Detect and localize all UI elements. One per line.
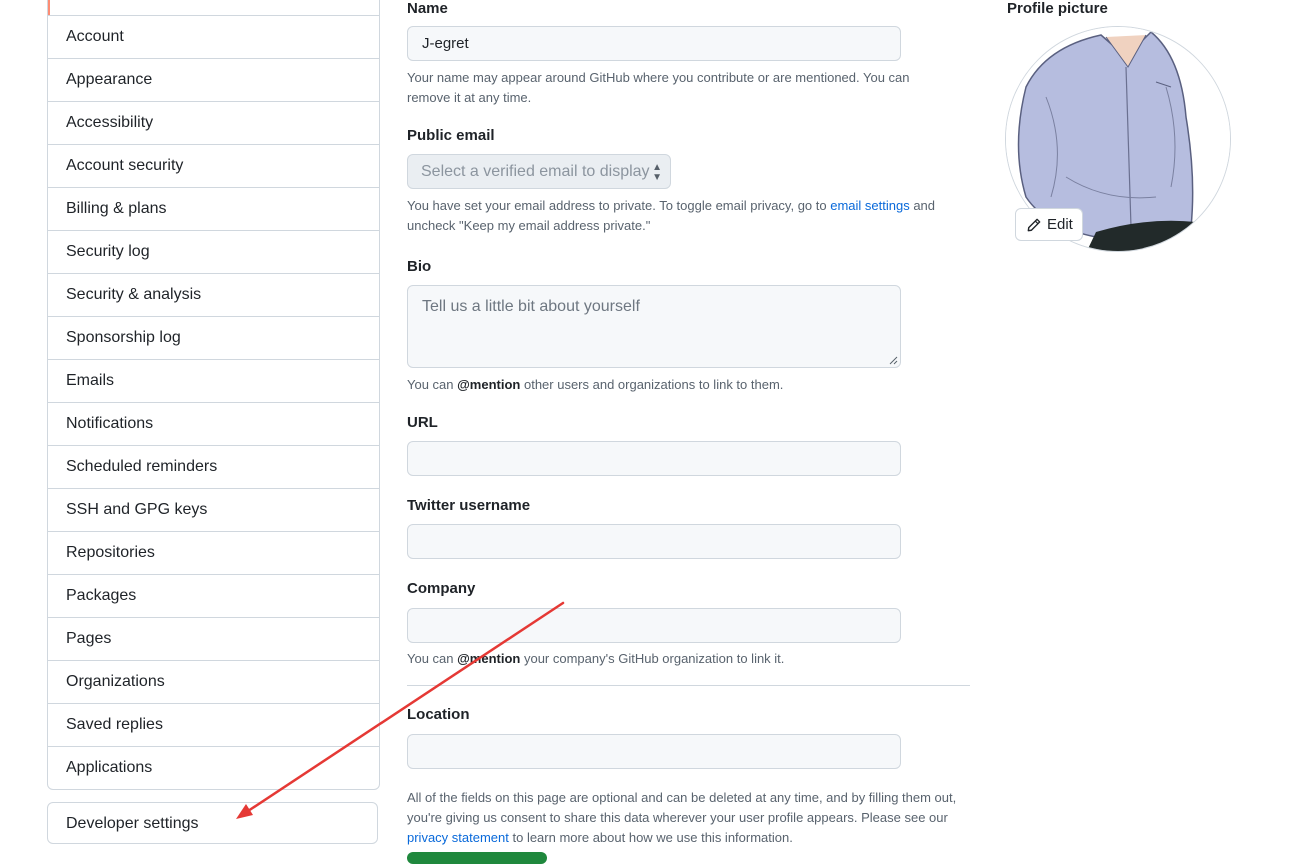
sidebar-item-packages[interactable]: Packages: [48, 574, 379, 617]
sidebar-item-security-analysis[interactable]: Security & analysis: [48, 273, 379, 316]
public-email-note: You have set your email address to priva…: [407, 196, 972, 236]
company-label: Company: [407, 580, 476, 597]
company-note: You can @mention your company's GitHub o…: [407, 649, 972, 669]
bio-textarea[interactable]: Tell us a little bit about yourself: [407, 285, 901, 368]
update-profile-button[interactable]: [407, 852, 547, 864]
location-input[interactable]: [407, 734, 901, 769]
sidebar-item-sponsorship-log[interactable]: Sponsorship log: [48, 316, 379, 359]
public-email-label: Public email: [407, 127, 495, 144]
bio-note-text: You can: [407, 377, 458, 392]
name-input[interactable]: J-egret: [407, 26, 901, 61]
url-label: URL: [407, 414, 438, 431]
profile-picture-label: Profile picture: [1007, 0, 1108, 17]
sidebar-item-account-security[interactable]: Account security: [48, 144, 379, 187]
sidebar-item-saved-replies[interactable]: Saved replies: [48, 703, 379, 746]
footer-note: All of the fields on this page are optio…: [407, 788, 969, 848]
sidebar-item-emails[interactable]: Emails: [48, 359, 379, 402]
bio-note-text-end: other users and organizations to link to…: [520, 377, 784, 392]
edit-label: Edit: [1047, 216, 1073, 233]
public-email-select[interactable]: Select a verified email to display ▲ ▼: [407, 154, 671, 189]
twitter-label: Twitter username: [407, 497, 531, 514]
sidebar-item-developer-settings[interactable]: Developer settings: [47, 802, 378, 844]
sidebar-item-applications[interactable]: Applications: [48, 746, 379, 789]
name-label: Name: [407, 0, 448, 17]
bio-placeholder: Tell us a little bit about yourself: [422, 298, 640, 315]
sidebar-item-organizations[interactable]: Organizations: [48, 660, 379, 703]
privacy-statement-link[interactable]: privacy statement: [407, 830, 509, 845]
settings-sidebar: Account Appearance Accessibility Account…: [47, 0, 380, 790]
sidebar-item-pages[interactable]: Pages: [48, 617, 379, 660]
location-label: Location: [407, 706, 470, 723]
bio-label: Bio: [407, 258, 432, 275]
email-settings-link[interactable]: email settings: [830, 198, 909, 213]
resize-grip-icon[interactable]: [888, 355, 898, 365]
sidebar-item-security-log[interactable]: Security log: [48, 230, 379, 273]
edit-avatar-button[interactable]: Edit: [1015, 208, 1083, 241]
footer-note-text: All of the fields on this page are optio…: [407, 790, 957, 825]
company-note-text: You can: [407, 651, 458, 666]
mention-text: @mention: [457, 651, 521, 666]
bio-note: You can @mention other users and organiz…: [407, 375, 972, 395]
pencil-icon: [1027, 218, 1041, 232]
sidebar-item-billing-plans[interactable]: Billing & plans: [48, 187, 379, 230]
public-email-note-text: You have set your email address to priva…: [407, 198, 831, 213]
sidebar-item-ssh-gpg-keys[interactable]: SSH and GPG keys: [48, 488, 379, 531]
url-input[interactable]: [407, 441, 901, 476]
footer-note-text-end: to learn more about how we use this info…: [508, 830, 793, 845]
sidebar-item-repositories[interactable]: Repositories: [48, 531, 379, 574]
sidebar-item-appearance[interactable]: Appearance: [48, 58, 379, 101]
public-email-selected-value: Select a verified email to display: [421, 163, 650, 180]
mention-text: @mention: [457, 377, 521, 392]
twitter-input[interactable]: [407, 524, 901, 559]
section-divider: [407, 685, 970, 686]
sidebar-item-notifications[interactable]: Notifications: [48, 402, 379, 445]
select-arrows-icon: ▲ ▼: [652, 162, 662, 183]
company-input[interactable]: [407, 608, 901, 643]
name-note: Your name may appear around GitHub where…: [407, 70, 910, 105]
sidebar-item-accessibility[interactable]: Accessibility: [48, 101, 379, 144]
sidebar-item-public-profile[interactable]: [48, 0, 379, 15]
company-note-text-end: your company's GitHub organization to li…: [520, 651, 785, 666]
sidebar-item-account[interactable]: Account: [48, 15, 379, 58]
sidebar-item-scheduled-reminders[interactable]: Scheduled reminders: [48, 445, 379, 488]
